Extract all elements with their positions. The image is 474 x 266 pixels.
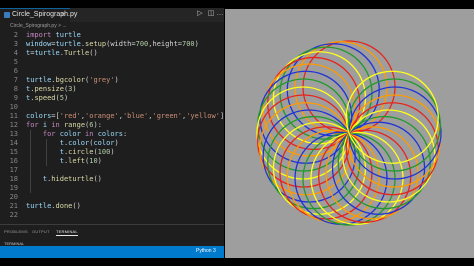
code-line[interactable]: t.circle(100) xyxy=(26,148,115,157)
code-line[interactable]: window=turtle.setup(width=700,height=700… xyxy=(26,40,199,49)
tab-terminal[interactable]: TERMINAL xyxy=(56,229,78,236)
indent-guide xyxy=(46,139,47,166)
python-interpreter-status[interactable]: Python 3 xyxy=(196,248,216,254)
line-number: 5 xyxy=(13,58,18,66)
code-line[interactable]: t.left(10) xyxy=(26,157,102,166)
line-number: 3 xyxy=(13,40,18,48)
turtle-graphics-window xyxy=(225,9,474,258)
code-line[interactable]: t.color(color) xyxy=(26,139,119,148)
close-tab-icon[interactable]: × xyxy=(61,10,66,19)
line-number: 22 xyxy=(9,211,18,219)
run-icon[interactable]: ▷ xyxy=(196,10,204,18)
code-line[interactable]: t.hideturtle() xyxy=(26,175,102,184)
tab-label: Circle_Spirograph.py xyxy=(12,11,78,18)
line-number: 4 xyxy=(13,49,18,57)
code-line[interactable]: turtle.bgcolor('grey') xyxy=(26,76,119,85)
status-bar: Python 3 xyxy=(0,246,224,258)
editor-tab-bar: Circle_Spirograph.py × ▷ ◫ … xyxy=(0,8,224,22)
line-number: 8 xyxy=(13,85,18,93)
code-line[interactable]: t=turtle.Turtle() xyxy=(26,49,98,58)
line-number: 9 xyxy=(13,94,18,102)
line-number: 11 xyxy=(9,112,18,120)
line-number: 7 xyxy=(13,76,18,84)
line-number: 17 xyxy=(9,166,18,174)
line-number: 10 xyxy=(9,103,18,111)
code-line[interactable]: turtle.done() xyxy=(26,202,81,211)
line-number: 2 xyxy=(13,31,18,39)
indent-guide xyxy=(30,130,31,193)
code-line[interactable]: for i in range(6): xyxy=(26,121,102,130)
line-number: 19 xyxy=(9,184,18,192)
line-number: 12 xyxy=(9,121,18,129)
spirograph-drawing xyxy=(256,40,442,226)
code-line[interactable]: t.speed(5) xyxy=(26,94,68,103)
more-actions-icon[interactable]: … xyxy=(216,10,224,18)
breadcrumb[interactable]: Circle_Spirograph.py > ... xyxy=(0,22,224,31)
code-editor[interactable]: Circle_Spirograph.py × ▷ ◫ … Circle_Spir… xyxy=(0,8,224,258)
code-line[interactable]: import turtle xyxy=(26,31,81,40)
line-number: 18 xyxy=(9,175,18,183)
line-number: 6 xyxy=(13,67,18,75)
line-number: 20 xyxy=(9,193,18,201)
line-number: 16 xyxy=(9,157,18,165)
tab-problems[interactable]: PROBLEMS xyxy=(4,229,28,234)
line-number: 13 xyxy=(9,130,18,138)
code-line[interactable]: for color in colors: xyxy=(26,130,127,139)
code-line[interactable]: t.pensize(3) xyxy=(26,85,77,94)
line-number: 15 xyxy=(9,148,18,156)
line-number: 21 xyxy=(9,202,18,210)
tab-output[interactable]: OUTPUT xyxy=(32,229,50,234)
tab-circle-spirograph[interactable]: Circle_Spirograph.py × xyxy=(0,8,77,22)
split-editor-icon[interactable]: ◫ xyxy=(207,10,215,18)
code-line[interactable]: colors=['red','orange','blue','green','y… xyxy=(26,112,224,121)
python-file-icon xyxy=(4,12,10,18)
line-number: 14 xyxy=(9,139,18,147)
